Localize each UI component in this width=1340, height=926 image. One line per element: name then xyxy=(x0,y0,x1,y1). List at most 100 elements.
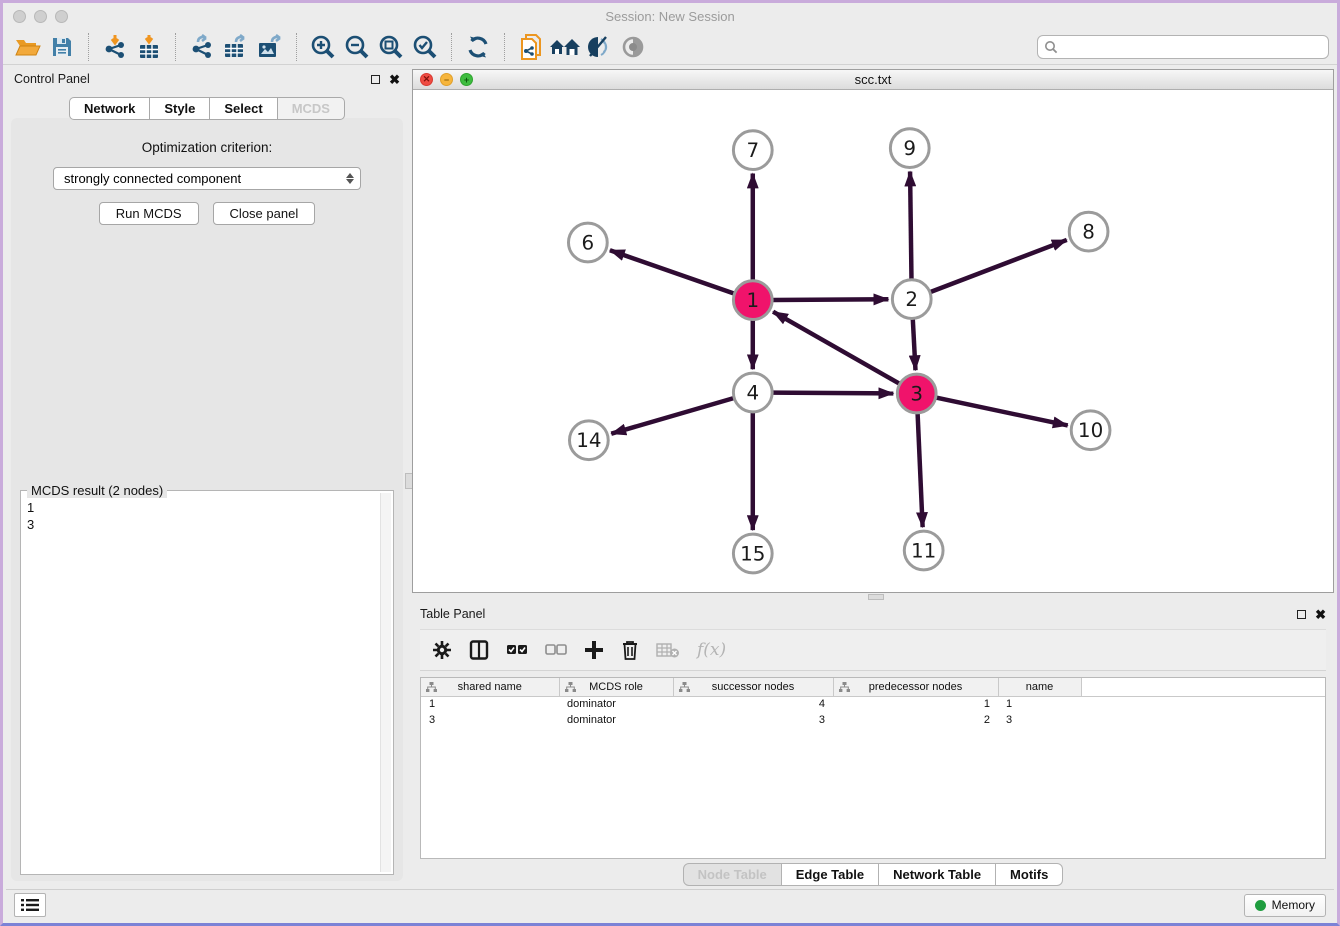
column-header-mcds-role[interactable]: MCDS role xyxy=(559,678,673,696)
import-table-button[interactable] xyxy=(132,32,166,62)
zoom-out-icon xyxy=(344,34,370,60)
graph-edge[interactable] xyxy=(910,172,911,279)
graph-edge[interactable] xyxy=(931,240,1067,292)
graph-node[interactable]: 4 xyxy=(733,373,772,412)
export-table-button[interactable] xyxy=(219,32,253,62)
toolbar-separator xyxy=(175,33,176,61)
list-icon xyxy=(21,898,39,912)
table-panel-title: Table Panel xyxy=(420,607,485,621)
add-row-button[interactable] xyxy=(584,640,604,660)
task-history-button[interactable] xyxy=(14,893,46,917)
tab-select[interactable]: Select xyxy=(210,97,277,120)
close-panel-button[interactable]: Close panel xyxy=(213,202,316,225)
graph-node[interactable]: 1 xyxy=(733,281,772,320)
network-canvas[interactable]: 7 9 6 8 1 2 4 3 14 10 15 11 xyxy=(413,90,1333,592)
mcds-result-title: MCDS result (2 nodes) xyxy=(27,483,167,498)
tab-network-table[interactable]: Network Table xyxy=(879,863,996,886)
save-session-button[interactable] xyxy=(45,32,79,62)
float-panel-icon[interactable] xyxy=(371,75,380,84)
open-session-button[interactable] xyxy=(11,32,45,62)
horizontal-splitter[interactable] xyxy=(412,593,1334,601)
column-header-name[interactable]: name xyxy=(998,678,1081,696)
result-scrollbar[interactable] xyxy=(380,493,391,872)
graph-node[interactable]: 3 xyxy=(897,374,936,413)
graph-node[interactable]: 10 xyxy=(1071,411,1110,450)
mcds-result-text[interactable]: 1 3 xyxy=(27,499,379,872)
graph-edge[interactable] xyxy=(611,398,733,433)
graphics-details-button[interactable] xyxy=(582,32,616,62)
main-area: Control Panel ✖ Network Style Select MCD… xyxy=(6,66,1334,889)
graph-node-label: 6 xyxy=(582,232,595,255)
graph-node[interactable]: 2 xyxy=(892,280,931,319)
graph-node-label: 14 xyxy=(576,429,601,452)
table-row[interactable]: 3dominator323 xyxy=(421,712,1325,728)
criterion-value: strongly connected component xyxy=(64,171,241,186)
graph-edge[interactable] xyxy=(773,300,888,301)
graph-edge[interactable] xyxy=(610,250,734,293)
chevron-up-down-icon xyxy=(346,173,354,184)
criterion-select[interactable]: strongly connected component xyxy=(53,167,361,190)
tab-style[interactable]: Style xyxy=(150,97,210,120)
select-all-button[interactable] xyxy=(506,643,528,657)
table-row[interactable]: 1dominator411 xyxy=(421,696,1325,712)
float-panel-icon[interactable] xyxy=(1297,610,1306,619)
table-cell: 3 xyxy=(998,712,1081,728)
deselect-all-button[interactable] xyxy=(545,643,567,657)
memory-button[interactable]: Memory xyxy=(1244,894,1326,917)
graph-node[interactable]: 9 xyxy=(890,129,929,168)
graph-node[interactable]: 8 xyxy=(1069,212,1108,251)
network-frame-titlebar: ✕ − + scc.txt xyxy=(413,70,1333,90)
home-button[interactable] xyxy=(548,32,582,62)
column-view-button[interactable] xyxy=(469,640,489,660)
tab-edge-table[interactable]: Edge Table xyxy=(782,863,879,886)
graph-node[interactable]: 11 xyxy=(904,531,943,570)
graph-edge[interactable] xyxy=(937,398,1068,426)
birds-eye-button[interactable] xyxy=(616,32,650,62)
close-panel-icon[interactable]: ✖ xyxy=(389,73,400,86)
graph-node[interactable]: 6 xyxy=(568,223,607,262)
export-network-button[interactable] xyxy=(185,32,219,62)
run-mcds-button[interactable]: Run MCDS xyxy=(99,202,199,225)
table-tabs: Node Table Edge Table Network Table Moti… xyxy=(412,859,1334,889)
graph-node-label: 15 xyxy=(740,543,765,566)
zoom-out-button[interactable] xyxy=(340,32,374,62)
graph-edge[interactable] xyxy=(773,393,893,394)
column-header-predecessor-nodes[interactable]: predecessor nodes xyxy=(833,678,998,696)
tab-node-table[interactable]: Node Table xyxy=(683,863,782,886)
graph-edge[interactable] xyxy=(773,312,899,384)
column-header-filler xyxy=(1081,678,1325,696)
delete-table-button[interactable] xyxy=(656,642,680,658)
tab-motifs[interactable]: Motifs xyxy=(996,863,1063,886)
graph-node[interactable]: 7 xyxy=(733,131,772,170)
table-settings-button[interactable] xyxy=(432,640,452,660)
export-image-button[interactable] xyxy=(253,32,287,62)
memory-label: Memory xyxy=(1272,898,1315,912)
share-document-button[interactable] xyxy=(514,32,548,62)
fx-icon: f(x) xyxy=(697,640,726,660)
graph-edge[interactable] xyxy=(913,320,916,371)
tab-network[interactable]: Network xyxy=(69,97,150,120)
graph-node[interactable]: 14 xyxy=(569,421,608,460)
import-table-icon xyxy=(136,34,162,60)
close-panel-icon[interactable]: ✖ xyxy=(1315,608,1326,621)
add-row-icon xyxy=(584,640,604,660)
zoom-in-button[interactable] xyxy=(306,32,340,62)
zoom-selected-button[interactable] xyxy=(408,32,442,62)
column-header-shared-name[interactable]: shared name xyxy=(421,678,559,696)
graph-node[interactable]: 15 xyxy=(733,534,772,573)
graph-edge[interactable] xyxy=(918,414,923,527)
graph-node-label: 2 xyxy=(905,288,918,311)
function-builder-button[interactable]: f(x) xyxy=(697,640,726,660)
birds-eye-icon xyxy=(619,34,647,60)
search-input[interactable] xyxy=(1037,35,1329,59)
hierarchy-icon xyxy=(839,682,850,693)
splitter-grabber[interactable] xyxy=(868,594,884,600)
hierarchy-icon xyxy=(565,682,576,693)
zoom-fit-button[interactable] xyxy=(374,32,408,62)
refresh-button[interactable] xyxy=(461,32,495,62)
delete-row-button[interactable] xyxy=(621,640,639,660)
tab-mcds[interactable]: MCDS xyxy=(278,97,345,120)
graph-node-label: 10 xyxy=(1078,419,1103,442)
import-network-button[interactable] xyxy=(98,32,132,62)
column-header-successor-nodes[interactable]: successor nodes xyxy=(673,678,833,696)
